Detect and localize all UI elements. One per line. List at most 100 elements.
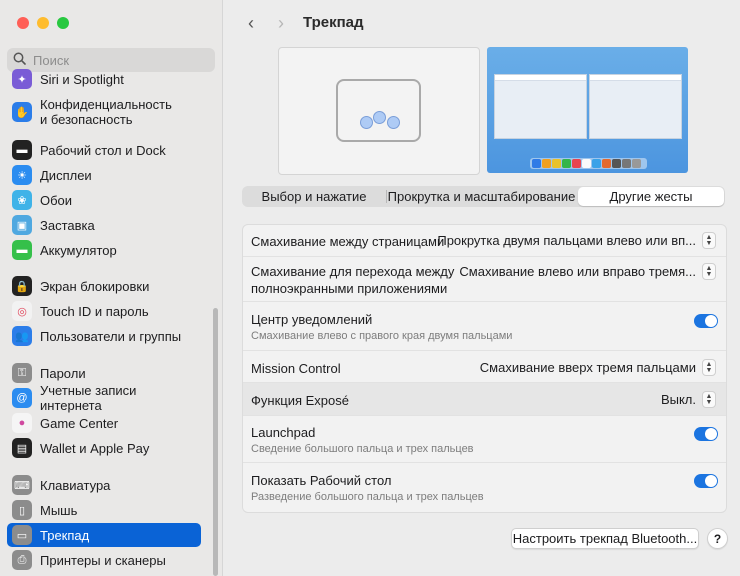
setting-popup[interactable]: Прокрутка двумя пальцами влево или вп...… (437, 232, 716, 249)
chevron-updown-icon: ▲ ▼ (702, 232, 716, 249)
sidebar-item-label: Рабочий стол и Dock (40, 142, 166, 158)
setting-label: Центр уведомлений (251, 312, 373, 327)
sidebar-item-label: Клавиатура (40, 477, 111, 493)
sidebar-item-battery[interactable]: ▬ Аккумулятор (7, 238, 201, 262)
sidebar-item-touch-id[interactable]: ◎ Touch ID и пароль (7, 299, 201, 323)
preview-dock (530, 158, 647, 169)
sidebar-item-internet-accounts[interactable]: @ Учетные записи интернета (7, 383, 201, 413)
sidebar-item-privacy[interactable]: ✋ Конфиденциальность и безопасность (7, 95, 201, 129)
toggle-switch[interactable] (694, 474, 718, 488)
setting-row-notification-center[interactable]: Центр уведомлений Смахивание влево с пра… (243, 302, 726, 351)
sidebar-item-mouse[interactable]: ▯ Мышь (7, 498, 201, 522)
sidebar-item-label: Обои (40, 192, 73, 208)
page-title: Трекпад (303, 14, 364, 31)
preview-window (589, 74, 682, 139)
sidebar-item-lock-screen[interactable]: 🔒 Экран блокировки (7, 274, 201, 298)
setting-row-show-desktop[interactable]: Показать Рабочий стол Разведение большог… (243, 463, 726, 512)
sidebar-scrollbar[interactable] (213, 308, 218, 576)
gesture-preview-screen (487, 47, 688, 173)
setting-row-swipe-fullscreen[interactable]: Смахивание для перехода между полноэкран… (243, 257, 726, 302)
sidebar-item-label: Touch ID и пароль (40, 303, 149, 319)
sidebar: ✦ Siri и Spotlight ✋ Конфиденциальность … (0, 0, 223, 576)
back-arrow-icon[interactable]: ‹ (241, 13, 261, 33)
finger-dot (373, 111, 386, 124)
sidebar-item-label: Wallet и Apple Pay (40, 440, 150, 456)
setting-row-expose[interactable]: Функция Exposé Выкл. ▲ ▼ (243, 383, 726, 416)
fingerprint-icon: ◎ (12, 301, 32, 321)
setting-value: Смахивание вверх тремя пальцами (479, 360, 696, 375)
tab-point-click[interactable]: Выбор и нажатие (242, 187, 386, 206)
chevron-updown-icon: ▲ ▼ (702, 391, 716, 408)
window-controls (17, 17, 69, 29)
setup-bluetooth-trackpad-button[interactable]: Настроить трекпад Bluetooth... (511, 528, 699, 549)
sidebar-item-keyboard[interactable]: ⌨ Клавиатура (7, 473, 201, 497)
sidebar-item-siri[interactable]: ✦ Siri и Spotlight (7, 67, 201, 91)
at-icon: @ (12, 388, 32, 408)
lock-icon: 🔒 (12, 276, 32, 296)
setting-popup[interactable]: Выкл. ▲ ▼ (661, 391, 716, 408)
minimize-button[interactable] (37, 17, 49, 29)
sidebar-item-label: Game Center (40, 415, 119, 431)
tab-scroll-zoom[interactable]: Прокрутка и масштабирование (387, 187, 576, 206)
display-icon: ☀ (12, 165, 32, 185)
key-icon: ⚿ (12, 363, 32, 383)
privacy-hand-icon: ✋ (12, 102, 32, 122)
sidebar-item-wallpaper[interactable]: ❀ Обои (7, 188, 201, 212)
sidebar-item-label: Заставка (40, 217, 95, 233)
toggle-switch[interactable] (694, 427, 718, 441)
toggle-switch[interactable] (694, 314, 718, 328)
zoom-button[interactable] (57, 17, 69, 29)
sidebar-item-game-center[interactable]: ● Game Center (7, 411, 201, 435)
sidebar-item-label: Пароли (40, 365, 86, 381)
sidebar-item-label: Siri и Spotlight (40, 71, 124, 87)
setting-description: Разведение большого пальца и трех пальце… (251, 491, 484, 503)
sidebar-item-screensaver[interactable]: ▣ Заставка (7, 213, 201, 237)
setting-row-mission-control[interactable]: Mission Control Смахивание вверх тремя п… (243, 351, 726, 383)
finger-dot (360, 116, 373, 129)
setting-popup[interactable]: Смахивание влево или вправо тремя... ▲ ▼ (459, 263, 716, 280)
preview-window (494, 74, 587, 139)
sidebar-item-printers[interactable]: ⎙ Принтеры и сканеры (7, 548, 201, 572)
setting-value: Прокрутка двумя пальцами влево или вп... (437, 233, 696, 248)
wallet-icon: ▤ (12, 438, 32, 458)
help-button[interactable]: ? (707, 528, 728, 549)
users-icon: 👥 (12, 326, 32, 346)
search-input[interactable] (29, 52, 207, 68)
setting-description: Сведение большого пальца и трех пальцев (251, 443, 474, 455)
sidebar-item-label: Трекпад (40, 527, 90, 543)
sidebar-item-wallet[interactable]: ▤ Wallet и Apple Pay (7, 436, 201, 460)
forward-arrow-icon[interactable]: › (271, 13, 291, 33)
tab-more-gestures[interactable]: Другие жесты (578, 187, 724, 206)
navigation: ‹ › (241, 13, 291, 33)
setting-label: Смахивание между страницами (251, 234, 445, 249)
chevron-updown-icon: ▲ ▼ (702, 359, 716, 376)
setting-row-swipe-pages[interactable]: Смахивание между страницами Прокрутка дв… (243, 225, 726, 257)
desktop-dock-icon: ▬ (12, 140, 32, 160)
siri-icon: ✦ (12, 69, 32, 89)
gesture-preview-trackpad (278, 47, 480, 175)
sidebar-item-label: Дисплеи (40, 167, 92, 183)
sidebar-item-label: Пользователи и группы (40, 328, 182, 344)
wallpaper-icon: ❀ (12, 190, 32, 210)
sidebar-item-displays[interactable]: ☀ Дисплеи (7, 163, 201, 187)
setting-label: Функция Exposé (251, 393, 349, 408)
setting-popup[interactable]: Смахивание вверх тремя пальцами ▲ ▼ (480, 359, 716, 376)
tab-bar: Выбор и нажатие Прокрутка и масштабирова… (242, 186, 725, 207)
sidebar-item-label: Принтеры и сканеры (40, 552, 166, 568)
finger-dot (387, 116, 400, 129)
battery-icon: ▬ (12, 240, 32, 260)
setting-row-launchpad[interactable]: Launchpad Сведение большого пальца и тре… (243, 416, 726, 463)
close-button[interactable] (17, 17, 29, 29)
sidebar-item-label: Конфиденциальность и безопасность (40, 97, 172, 127)
screensaver-icon: ▣ (12, 215, 32, 235)
chevron-updown-icon: ▲ ▼ (702, 263, 716, 280)
setting-label: Mission Control (251, 361, 341, 376)
sidebar-item-desktop-dock[interactable]: ▬ Рабочий стол и Dock (7, 138, 201, 162)
sidebar-item-passwords[interactable]: ⚿ Пароли (7, 361, 201, 385)
game-center-icon: ● (12, 413, 32, 433)
setting-value: Смахивание влево или вправо тремя... (459, 264, 696, 279)
sidebar-item-trackpad[interactable]: ▭ Трекпад (7, 523, 201, 547)
sidebar-item-label: Мышь (40, 502, 78, 518)
setting-label: Launchpad (251, 425, 316, 440)
sidebar-item-users[interactable]: 👥 Пользователи и группы (7, 324, 201, 348)
